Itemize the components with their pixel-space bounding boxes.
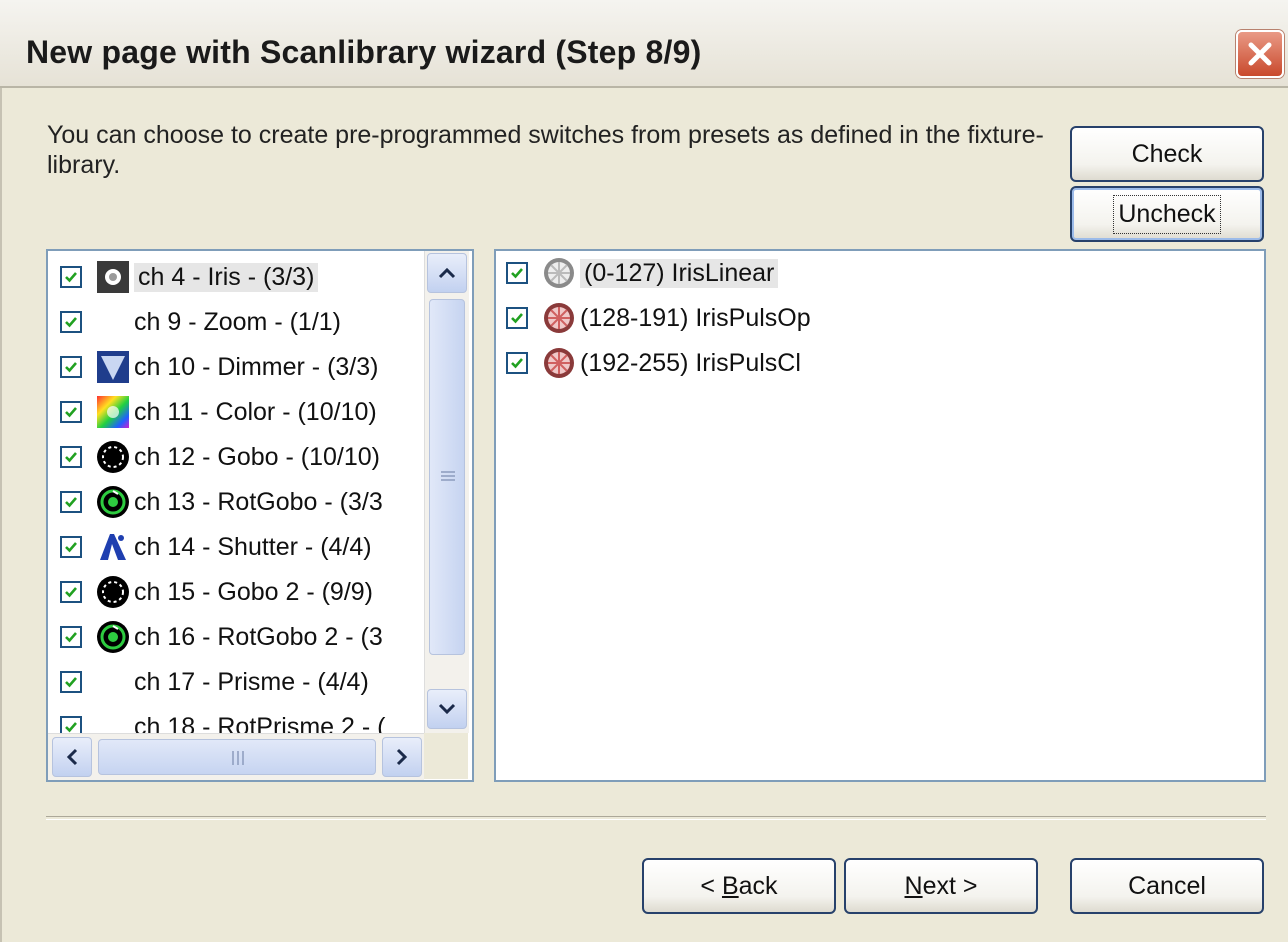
channel-row[interactable]: ch 4 - Iris - (3/3) <box>60 255 319 299</box>
check-button-label: Check <box>1131 139 1203 168</box>
channel-label: ch 18 - RotPrisme 2 - ( <box>134 712 386 734</box>
scroll-right-button[interactable] <box>382 737 422 777</box>
preset-row[interactable]: (0-127) IrisLinear <box>506 251 779 295</box>
scroll-left-button[interactable] <box>52 737 92 777</box>
channel-label: ch 12 - Gobo - (10/10) <box>134 442 380 471</box>
window-border <box>0 88 10 942</box>
preset-row[interactable]: (192-255) IrisPulsCl <box>506 341 801 385</box>
chevron-left-icon <box>66 748 78 766</box>
channel-row[interactable]: ch 17 - Prisme - (4/4) <box>60 660 369 704</box>
channel-checkbox[interactable] <box>60 581 82 603</box>
channel-checkbox[interactable] <box>60 491 82 513</box>
channel-label: ch 11 - Color - (10/10) <box>134 397 377 426</box>
channel-checkbox[interactable] <box>60 446 82 468</box>
channel-checkbox[interactable] <box>60 536 82 558</box>
preset-row[interactable]: (128-191) IrisPulsOp <box>506 296 811 340</box>
preset-label: (192-255) IrisPulsCl <box>580 348 801 377</box>
blank-icon <box>96 305 130 339</box>
rotgobo-icon <box>96 485 130 519</box>
channel-label: ch 17 - Prisme - (4/4) <box>134 667 369 696</box>
channel-row[interactable]: ch 12 - Gobo - (10/10) <box>60 435 380 479</box>
instructions-text: You can choose to create pre-programmed … <box>47 121 1044 179</box>
window-title: New page with Scanlibrary wizard (Step 8… <box>26 34 702 70</box>
iris-linear-icon <box>542 256 576 290</box>
cancel-button-label: Cancel <box>1128 871 1206 900</box>
preset-label: (128-191) IrisPulsOp <box>580 303 811 332</box>
vertical-scroll-thumb[interactable] <box>429 299 465 655</box>
channel-label: ch 9 - Zoom - (1/1) <box>134 307 341 336</box>
channel-label: ch 15 - Gobo 2 - (9/9) <box>134 577 374 606</box>
horizontal-scroll-thumb[interactable] <box>98 739 376 775</box>
channel-label: ch 14 - Shutter - (4/4) <box>134 532 372 561</box>
channel-row[interactable]: ch 11 - Color - (10/10) <box>60 390 377 434</box>
check-button[interactable]: Check <box>1070 126 1264 182</box>
channel-label: ch 16 - RotGobo 2 - (3 <box>134 622 383 651</box>
shutter-icon <box>96 530 130 564</box>
channel-label: ch 4 - Iris - (3/3) <box>134 262 319 292</box>
channel-checkbox[interactable] <box>60 401 82 423</box>
channel-checkbox[interactable] <box>60 311 82 333</box>
channel-checkbox[interactable] <box>60 266 82 288</box>
preset-checkbox[interactable] <box>506 307 528 329</box>
separator <box>46 816 1266 820</box>
grip-icon <box>232 751 244 765</box>
channel-list[interactable]: ch 4 - Iris - (3/3) ch 9 - Zoom - (1/1) ch… <box>46 249 474 782</box>
channel-checkbox[interactable] <box>60 671 82 693</box>
grip-icon <box>441 471 455 481</box>
chevron-down-icon <box>438 703 456 715</box>
channel-row[interactable]: ch 13 - RotGobo - (3/3 <box>60 480 383 524</box>
preset-checkbox[interactable] <box>506 262 528 284</box>
channel-row[interactable]: ch 14 - Shutter - (4/4) <box>60 525 372 569</box>
uncheck-button-label: Uncheck <box>1113 194 1221 234</box>
close-icon <box>1248 42 1272 66</box>
preset-list[interactable]: (0-127) IrisLinear (128-191) IrisPulsOp (1… <box>494 249 1266 782</box>
scroll-down-button[interactable] <box>427 689 467 729</box>
channel-checkbox[interactable] <box>60 716 82 733</box>
cancel-button[interactable]: Cancel <box>1070 858 1264 914</box>
gobo-icon <box>96 440 130 474</box>
iris-icon <box>96 260 130 294</box>
chevron-up-icon <box>438 267 456 279</box>
back-button-label: < Back <box>700 871 778 900</box>
channel-row[interactable]: ch 16 - RotGobo 2 - (3 <box>60 615 383 659</box>
channel-checkbox[interactable] <box>60 626 82 648</box>
iris-pulse-icon <box>542 346 576 380</box>
dimmer-icon <box>96 350 130 384</box>
close-button[interactable] <box>1236 30 1284 78</box>
back-button[interactable]: < Back <box>642 858 836 914</box>
preset-label: (0-127) IrisLinear <box>580 258 779 288</box>
rotgobo-icon <box>96 620 130 654</box>
blank-icon <box>96 710 130 733</box>
iris-pulse-icon <box>542 301 576 335</box>
channel-row[interactable]: ch 9 - Zoom - (1/1) <box>60 300 341 344</box>
channel-row[interactable]: ch 18 - RotPrisme 2 - ( <box>60 705 385 733</box>
channel-label: ch 13 - RotGobo - (3/3 <box>134 487 383 516</box>
uncheck-button[interactable]: Uncheck <box>1070 186 1264 242</box>
chevron-right-icon <box>396 748 408 766</box>
blank-icon <box>96 665 130 699</box>
next-button-label: Next > <box>904 871 978 900</box>
channel-list-viewport: ch 4 - Iris - (3/3) ch 9 - Zoom - (1/1) ch… <box>48 251 424 733</box>
color-wheel-icon <box>96 395 130 429</box>
scroll-up-button[interactable] <box>427 253 467 293</box>
title-bar: New page with Scanlibrary wizard (Step 8… <box>0 0 1288 88</box>
channel-checkbox[interactable] <box>60 356 82 378</box>
vertical-scrollbar[interactable] <box>424 251 469 733</box>
channel-row[interactable]: ch 15 - Gobo 2 - (9/9) <box>60 570 373 614</box>
next-button[interactable]: Next > <box>844 858 1038 914</box>
gobo-icon <box>96 575 130 609</box>
horizontal-scrollbar[interactable] <box>48 733 424 780</box>
channel-row[interactable]: ch 10 - Dimmer - (3/3) <box>60 345 378 389</box>
scrollbar-corner <box>424 733 468 779</box>
preset-checkbox[interactable] <box>506 352 528 374</box>
channel-label: ch 10 - Dimmer - (3/3) <box>134 352 379 381</box>
